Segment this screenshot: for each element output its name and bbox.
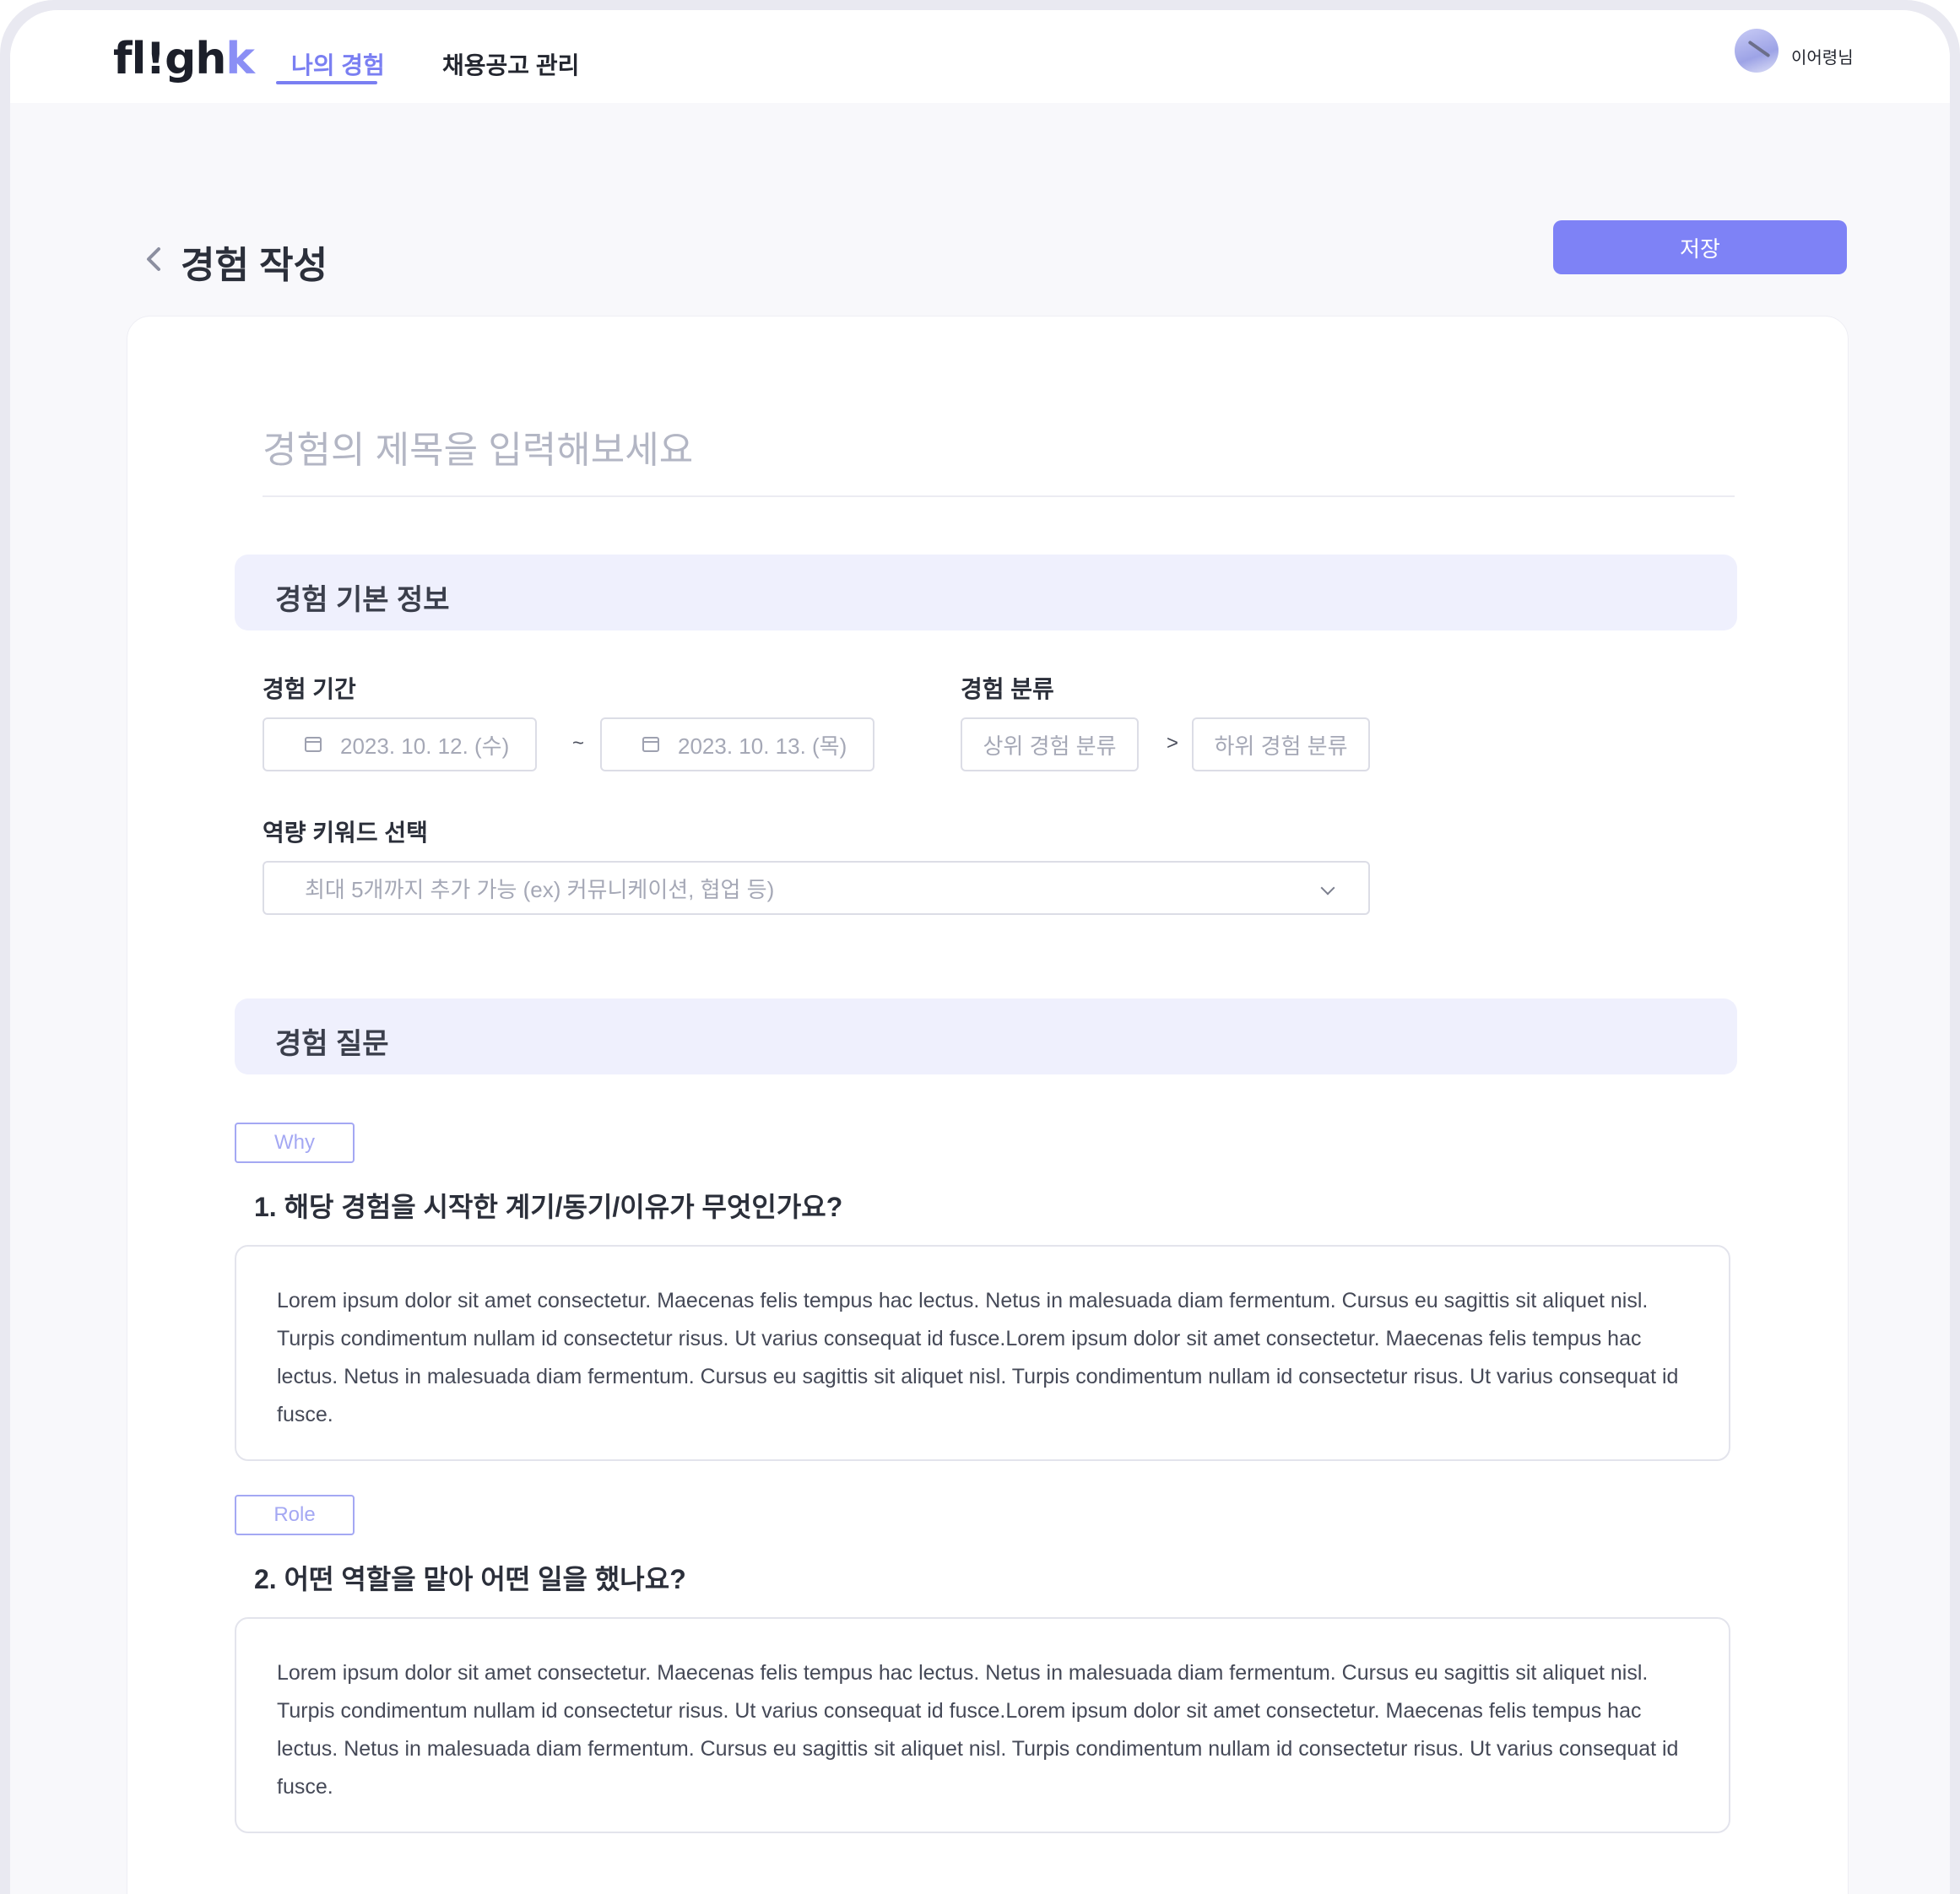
page-title: 경험 작성 xyxy=(181,245,328,286)
user-name[interactable]: 이어령님 xyxy=(1791,44,1854,68)
period-label: 경험 기간 xyxy=(263,676,356,702)
question-2-text: 2. 어떤 역할을 맡아 어떤 일을 했나요? xyxy=(254,1564,686,1594)
save-button[interactable]: 저장 xyxy=(1553,220,1847,274)
lower-category-placeholder: 하위 경험 분류 xyxy=(1214,733,1348,759)
question-1-text: 1. 해당 경험을 시작한 계기/동기/이유가 무엇인가요? xyxy=(254,1192,843,1222)
logo-accent: k xyxy=(225,34,255,84)
experience-form-card: 경험 기본 정보 경험 기간 2023. 10. 12. (수) ~ 2023.… xyxy=(127,316,1849,1894)
question-section-title: 경험 질문 xyxy=(275,1028,389,1060)
upper-category-placeholder: 상위 경험 분류 xyxy=(983,733,1117,759)
chevron-down-icon xyxy=(1320,880,1335,896)
title-underline xyxy=(263,495,1735,497)
active-tab-indicator xyxy=(276,81,377,84)
start-date-value: 2023. 10. 12. (수) xyxy=(340,733,510,759)
category-label: 경험 분류 xyxy=(961,676,1054,702)
start-date-picker[interactable]: 2023. 10. 12. (수) xyxy=(263,717,537,771)
calendar-icon xyxy=(642,737,659,752)
device-frame: fl!ghk 나의 경험 채용공고 관리 이어령님 경험 작성 저장 경험 기본… xyxy=(0,0,1960,1894)
question-section-header: 경험 질문 xyxy=(235,998,1737,1074)
end-date-value: 2023. 10. 13. (목) xyxy=(678,733,847,759)
user-avatar[interactable] xyxy=(1735,29,1779,73)
experience-title-input[interactable] xyxy=(263,421,1731,480)
basic-info-section-title: 경험 기본 정보 xyxy=(275,584,450,616)
answer-2-textarea[interactable]: Lorem ipsum dolor sit amet consectetur. … xyxy=(235,1617,1730,1833)
app-screen: fl!ghk 나의 경험 채용공고 관리 이어령님 경험 작성 저장 경험 기본… xyxy=(10,10,1950,1894)
lower-category-select[interactable]: 하위 경험 분류 xyxy=(1192,717,1370,771)
calendar-icon xyxy=(305,737,322,752)
answer-1-textarea[interactable]: Lorem ipsum dolor sit amet consectetur. … xyxy=(235,1245,1730,1461)
date-range-separator: ~ xyxy=(572,732,585,755)
top-navigation-bar: fl!ghk 나의 경험 채용공고 관리 이어령님 xyxy=(10,10,1950,103)
keyword-select[interactable]: 최대 5개까지 추가 가능 (ex) 커뮤니케이션, 협업 등) xyxy=(263,861,1370,915)
question-tag-why: Why xyxy=(235,1123,355,1163)
end-date-picker[interactable]: 2023. 10. 13. (목) xyxy=(600,717,874,771)
basic-info-section-header: 경험 기본 정보 xyxy=(235,555,1737,630)
question-tag-role: Role xyxy=(235,1495,355,1535)
nav-tab-job-postings[interactable]: 채용공고 관리 xyxy=(442,47,579,81)
chevron-left-icon xyxy=(147,247,160,271)
nav-tab-my-experience[interactable]: 나의 경험 xyxy=(291,47,385,81)
back-button[interactable] xyxy=(138,238,172,280)
keyword-label: 역량 키워드 선택 xyxy=(263,820,428,846)
flight-logo[interactable]: fl!ghk xyxy=(113,34,255,84)
keyword-placeholder: 최대 5개까지 추가 가능 (ex) 커뮤니케이션, 협업 등) xyxy=(305,876,775,902)
logo-text: fl!gh xyxy=(113,34,226,84)
upper-category-select[interactable]: 상위 경험 분류 xyxy=(961,717,1139,771)
category-separator: > xyxy=(1167,732,1179,755)
